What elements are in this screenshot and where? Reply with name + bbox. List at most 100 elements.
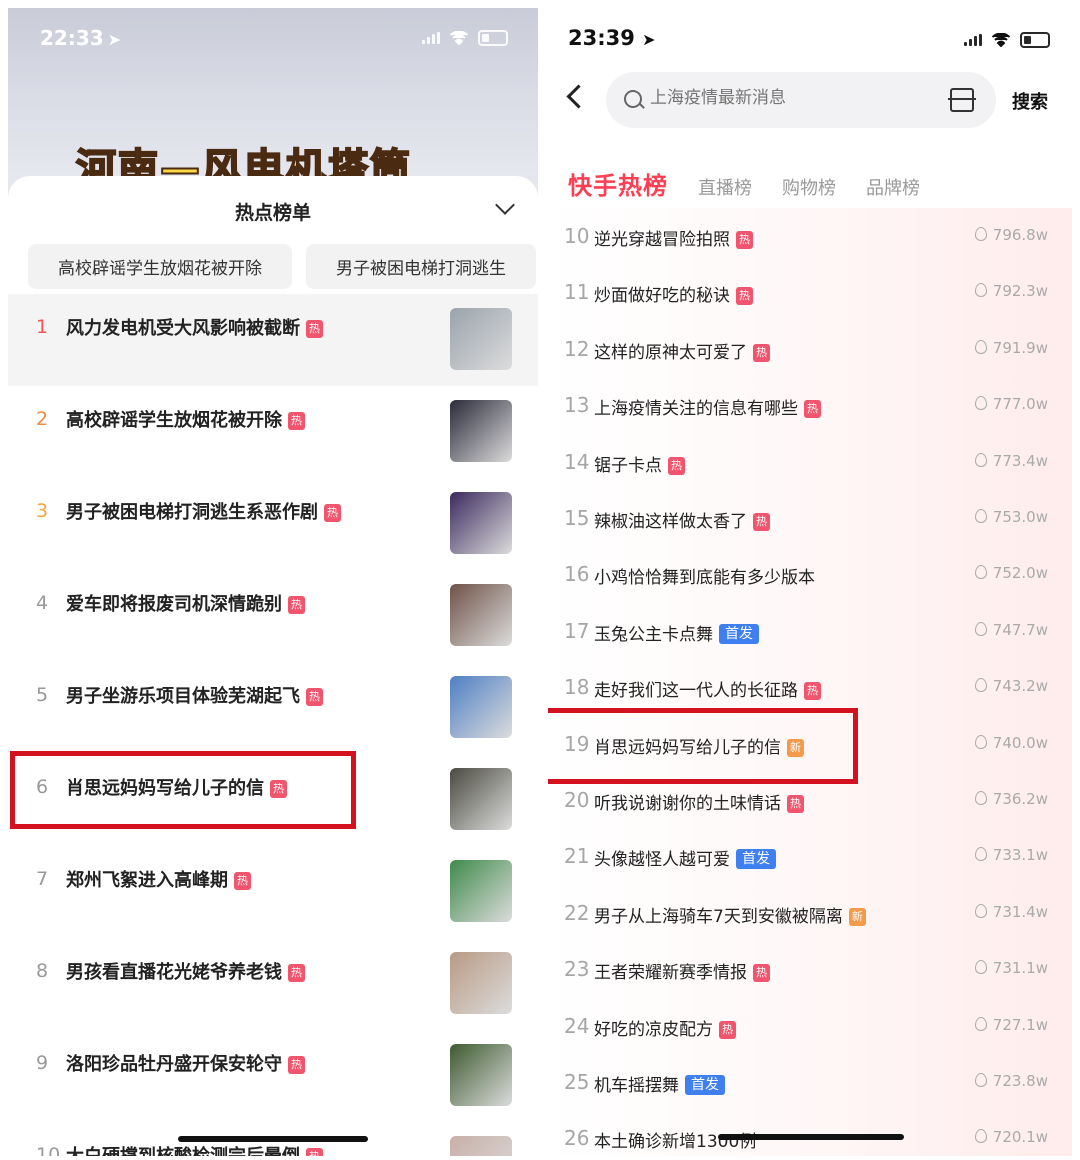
search-input[interactable] xyxy=(650,88,930,108)
rank-number: 20 xyxy=(564,788,590,812)
topic-text: 小鸡恰恰舞到底能有多少版本 xyxy=(594,568,815,589)
flame-icon xyxy=(974,396,987,411)
topic-text: 机车摇摆舞 xyxy=(594,1076,679,1096)
topic-title: 洛阳珍品牡丹盛开保安轮守热 xyxy=(66,1050,305,1076)
rank-number: 12 xyxy=(564,336,590,361)
rank-number: 26 xyxy=(564,1126,590,1151)
heat-count: 731.4w xyxy=(974,903,1048,921)
search-button[interactable]: 搜索 xyxy=(1012,88,1048,114)
rank-number: 23 xyxy=(564,957,590,982)
heat-value: 740.0w xyxy=(992,733,1048,752)
list-item[interactable]: 24 好吃的凉皮配方热 727.1w xyxy=(548,998,1072,1054)
topic-text: 上海疫情关注的信息有哪些 xyxy=(594,399,798,420)
topic-badge: 热 xyxy=(804,400,821,419)
topic-title: 小鸡恰恰舞到底能有多少版本 xyxy=(594,563,815,588)
location-arrow-icon: ➤ xyxy=(642,30,656,49)
heat-count: 743.2w xyxy=(974,677,1048,695)
thumbnail-image[interactable] xyxy=(450,952,512,1014)
topic-badge: 热 xyxy=(668,456,685,475)
flame-icon xyxy=(974,227,987,241)
ranking-tabs: 快手热榜 直播榜 购物榜 品牌榜 xyxy=(568,166,920,201)
list-item[interactable]: 18 走好我们这一代人的长征路热 743.2w xyxy=(548,659,1072,715)
heat-count: 792.3w xyxy=(974,282,1048,300)
topic-badge: 热 xyxy=(753,513,770,531)
flame-icon xyxy=(974,283,987,298)
list-item[interactable]: 23 王者荣耀新赛季情报热 731.1w xyxy=(548,941,1072,997)
topic-chip[interactable]: 男子被困电梯打洞逃生 xyxy=(306,244,536,289)
thumbnail-image[interactable] xyxy=(450,768,512,830)
list-item[interactable]: 21 头像越怪人越可爱 首发 733.1w xyxy=(548,828,1072,884)
topic-text: 男孩看直播花光姥爷养老钱 xyxy=(66,962,282,983)
thumbnail-image[interactable] xyxy=(450,676,512,738)
thumbnail-image[interactable] xyxy=(450,400,512,462)
heat-count: 747.7w xyxy=(974,621,1048,639)
rank-number: 21 xyxy=(564,844,590,869)
list-item[interactable]: 7 郑州飞絮进入高峰期热 xyxy=(8,846,538,938)
flame-icon xyxy=(974,621,987,636)
topic-chip[interactable]: 高校辟谣学生放烟花被开除 xyxy=(28,244,292,289)
list-item[interactable]: 4 爱车即将报废司机深情跪别热 xyxy=(8,570,538,662)
tab-kuaishou-hot[interactable]: 快手热榜 xyxy=(568,166,668,201)
rank-number: 10 xyxy=(36,1144,61,1156)
thumbnail-image[interactable] xyxy=(450,308,512,370)
hot-list-sheet: 热点榜单 高校辟谣学生放烟花被开除 男子被困电梯打洞逃生 1 风力发电机受大风影响… xyxy=(8,176,538,1156)
home-indicator[interactable] xyxy=(718,1134,904,1140)
heat-count: 791.9w xyxy=(974,338,1048,357)
list-item[interactable]: 10 逆光穿越冒险拍照热 796.8w xyxy=(548,208,1072,264)
list-item[interactable]: 22 男子从上海骑车7天到安徽被隔离新 731.4w xyxy=(548,885,1072,941)
back-arrow-icon[interactable] xyxy=(566,84,591,109)
rank-number: 5 xyxy=(36,684,49,706)
heat-value: 791.9w xyxy=(992,338,1048,357)
list-item[interactable]: 17 玉兔公主卡点舞 首发 747.7w xyxy=(548,603,1072,659)
flame-icon xyxy=(974,509,987,523)
list-item[interactable]: 13 上海疫情关注的信息有哪些热 777.0w xyxy=(548,377,1072,433)
topic-title: 炒面做好吃的秘诀热 xyxy=(594,281,753,306)
hot-badge: 热 xyxy=(324,504,341,522)
thumbnail-image[interactable] xyxy=(450,584,512,646)
list-item[interactable]: 5 男子坐游乐项目体验芜湖起飞热 xyxy=(8,662,538,754)
list-item[interactable]: 15 辣椒油这样做太香了热 753.0w xyxy=(548,490,1072,546)
list-item[interactable]: 11 炒面做好吃的秘诀热 792.3w xyxy=(548,264,1072,320)
topic-text: 风力发电机受大风影响被截断 xyxy=(66,318,300,339)
heat-count: 723.8w xyxy=(974,1072,1048,1090)
heat-count: 733.1w xyxy=(974,846,1048,864)
heat-count: 773.4w xyxy=(974,452,1048,470)
list-item[interactable]: 8 男孩看直播花光姥爷养老钱热 xyxy=(8,938,538,1030)
list-item[interactable]: 1 风力发电机受大风影响被截断热 xyxy=(8,294,538,386)
rank-number: 14 xyxy=(564,449,590,474)
flame-icon xyxy=(974,1073,987,1087)
rank-number: 1 xyxy=(36,316,49,338)
thumbnail-image[interactable] xyxy=(450,492,512,554)
tab-shopping[interactable]: 购物榜 xyxy=(782,174,836,200)
right-phone-screen: 23:39 ➤ 搜索 快手热榜 直播榜 购物榜 品牌榜 10逆光穿越冒险拍照热 7… xyxy=(548,8,1072,1156)
rank-number: 3 xyxy=(36,500,49,522)
list-item[interactable]: 3 男子被困电梯打洞逃生系恶作剧热 xyxy=(8,478,538,570)
list-item[interactable]: 25 机车摇摆舞 首发 723.8w xyxy=(548,1054,1072,1110)
status-bar-time: 23:39 ➤ xyxy=(568,26,656,50)
list-item[interactable]: 2 高校辟谣学生放烟花被开除热 xyxy=(8,386,538,478)
thumbnail-image[interactable] xyxy=(450,1136,512,1156)
list-item[interactable]: 12 这样的原神太可爱了热 791.9w xyxy=(548,321,1072,377)
heat-count: 731.1w xyxy=(974,959,1048,977)
rank-number: 13 xyxy=(564,393,590,418)
tab-live[interactable]: 直播榜 xyxy=(698,174,752,200)
topic-badge: 热 xyxy=(753,343,770,362)
heat-value: 752.0w xyxy=(992,564,1048,583)
heat-value: 727.1w xyxy=(992,1015,1048,1034)
rank-number: 11 xyxy=(564,280,590,305)
home-indicator[interactable] xyxy=(178,1136,368,1142)
list-item[interactable]: 16 小鸡恰恰舞到底能有多少版本 752.0w xyxy=(548,546,1072,602)
scan-icon[interactable] xyxy=(948,88,976,112)
thumbnail-image[interactable] xyxy=(450,1044,512,1106)
flame-icon xyxy=(974,734,987,749)
tab-brand[interactable]: 品牌榜 xyxy=(866,174,920,200)
list-item[interactable]: 9 洛阳珍品牡丹盛开保安轮守热 xyxy=(8,1030,538,1122)
topic-title: 郑州飞絮进入高峰期热 xyxy=(66,866,251,892)
hot-badge: 热 xyxy=(288,964,305,982)
thumbnail-image[interactable] xyxy=(450,860,512,922)
list-item[interactable]: 14 锯子卡点热 773.4w xyxy=(548,434,1072,490)
topic-title: 高校辟谣学生放烟花被开除热 xyxy=(66,406,305,432)
topic-text: 爱车即将报废司机深情跪别 xyxy=(66,594,282,615)
rank-number: 8 xyxy=(36,960,49,982)
search-bar[interactable] xyxy=(606,72,996,128)
